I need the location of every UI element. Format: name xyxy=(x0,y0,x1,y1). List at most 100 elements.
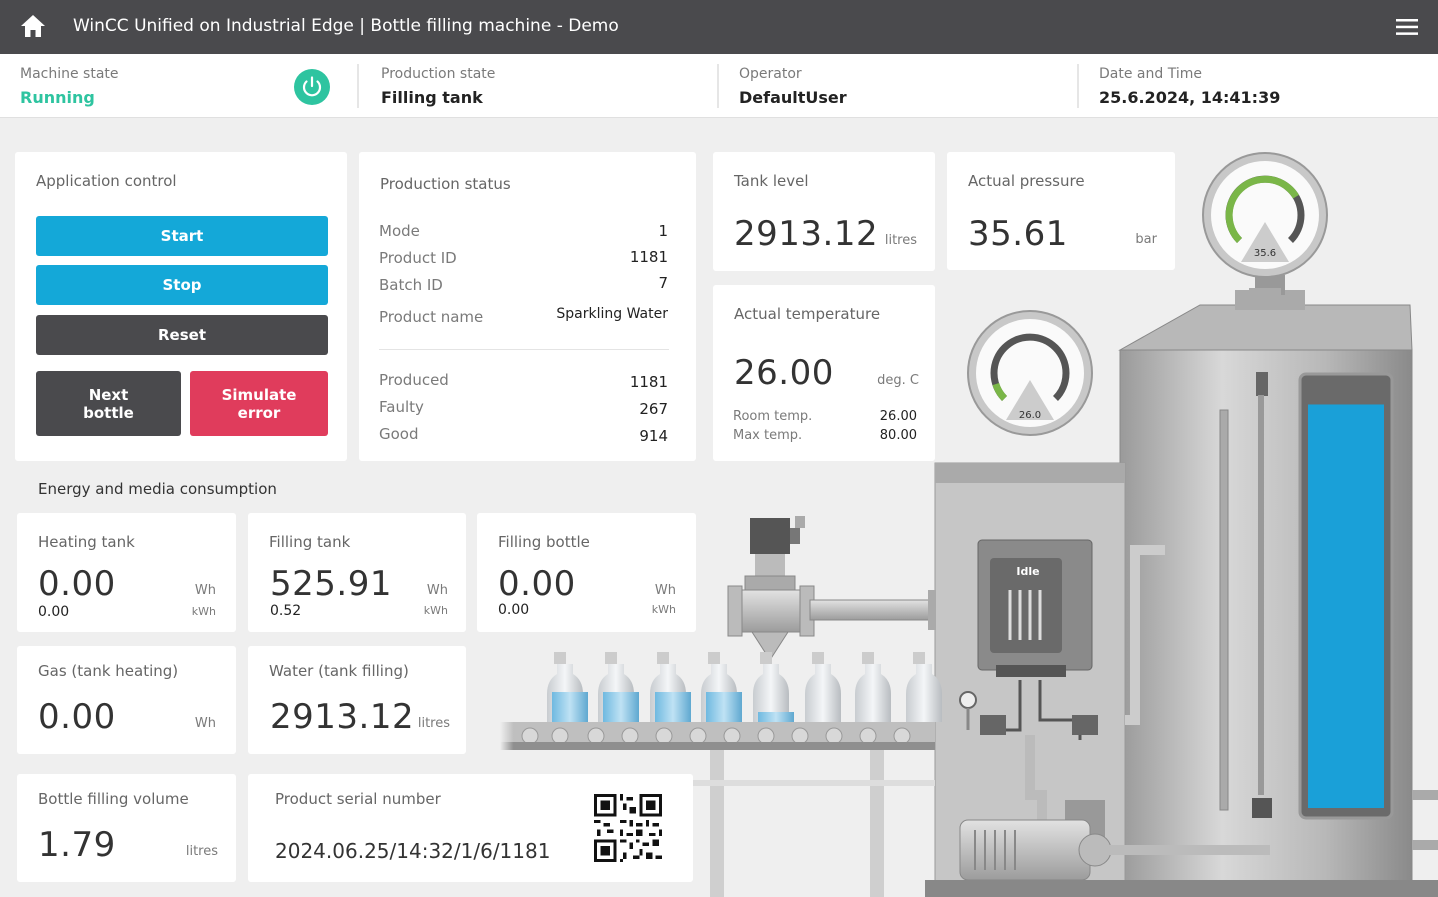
filling-bottle-sub-unit: kWh xyxy=(651,603,676,616)
next-bottle-label-line2: bottle xyxy=(83,403,134,422)
water-unit: litres xyxy=(417,716,450,731)
mode-value: 1 xyxy=(658,222,668,240)
bottle-filling-volume-card: Bottle filling volume 1.79 litres xyxy=(17,774,236,882)
hamburger-menu-icon[interactable] xyxy=(1396,17,1418,37)
tank-level-title: Tank level xyxy=(734,172,809,190)
date-time: Date and Time 25.6.2024, 14:41:39 xyxy=(1099,54,1419,118)
actual-temperature-value: 26.00 xyxy=(734,353,834,393)
tank-level-card: Tank level 2913.12 litres xyxy=(713,152,935,271)
room-temp-value: 26.00 xyxy=(879,409,917,424)
app-title: WinCC Unified on Industrial Edge | Bottl… xyxy=(73,16,619,36)
batch-id-label: Batch ID xyxy=(379,276,443,294)
qr-code-icon xyxy=(594,794,662,862)
application-control-card: Application control Start Stop Reset Nex… xyxy=(15,152,347,461)
production-state: Production state Filling tank xyxy=(381,54,701,118)
production-state-label: Production state xyxy=(381,66,496,82)
svg-text:35.6: 35.6 xyxy=(1254,248,1276,259)
heating-tank-unit: Wh xyxy=(194,583,216,598)
filling-tank-value: 525.91 xyxy=(270,564,392,604)
gas-title: Gas (tank heating) xyxy=(38,662,179,680)
room-temp-label: Room temp. xyxy=(733,409,813,424)
machine-state-value: Running xyxy=(20,88,95,107)
water-card: Water (tank filling) 2913.12 litres xyxy=(248,646,466,754)
faulty-label: Faulty xyxy=(379,398,424,416)
faulty-value: 267 xyxy=(639,400,668,418)
machine-state-label: Machine state xyxy=(20,66,119,82)
product-id-value: 1181 xyxy=(629,248,668,266)
next-bottle-button[interactable]: Next bottle xyxy=(36,371,181,436)
status-divider xyxy=(357,64,359,108)
filling-bottle-value: 0.00 xyxy=(498,564,576,604)
filling-bottle-unit: Wh xyxy=(654,583,676,598)
product-serial-card: Product serial number 2024.06.25/14:32/1… xyxy=(248,774,693,882)
filling-bottle-sub-value: 0.00 xyxy=(498,602,530,618)
gas-value: 0.00 xyxy=(38,697,116,737)
product-serial-value: 2024.06.25/14:32/1/6/1181 xyxy=(275,839,551,863)
datetime-value: 25.6.2024, 14:41:39 xyxy=(1099,88,1281,107)
mode-label: Mode xyxy=(379,222,420,240)
simulate-error-label-line2: error xyxy=(237,403,281,422)
filling-tank-title: Filling tank xyxy=(269,533,351,551)
application-control-title: Application control xyxy=(36,172,177,190)
production-state-value: Filling tank xyxy=(381,88,483,107)
heating-tank-title: Heating tank xyxy=(38,533,135,551)
bottle-filling-volume-value: 1.79 xyxy=(38,825,116,865)
product-name-value: Sparkling Water xyxy=(556,306,668,322)
production-divider xyxy=(379,349,669,350)
good-value: 914 xyxy=(639,427,668,445)
simulate-error-button[interactable]: Simulate error xyxy=(190,371,328,436)
tank-level-unit: litres xyxy=(884,233,917,248)
bottle-filling-volume-unit: litres xyxy=(185,844,218,859)
simulate-error-label-line1: Simulate xyxy=(221,385,297,404)
product-id-label: Product ID xyxy=(379,249,457,267)
good-label: Good xyxy=(379,425,419,443)
svg-text:26.0: 26.0 xyxy=(1019,410,1041,421)
energy-section-title: Energy and media consumption xyxy=(38,480,277,498)
produced-value: 1181 xyxy=(629,373,668,391)
tank-liquid-level xyxy=(1308,404,1384,808)
operator: Operator DefaultUser xyxy=(739,54,1059,118)
temperature-gauge: 26.0 xyxy=(967,310,1093,436)
produced-label: Produced xyxy=(379,371,449,389)
filling-tank-sub-unit: kWh xyxy=(423,604,448,617)
gas-unit: Wh xyxy=(194,716,216,731)
production-status-card: Production status Mode 1 Product ID 1181… xyxy=(359,152,696,461)
gas-card: Gas (tank heating) 0.00 Wh xyxy=(17,646,236,754)
max-temp-value: 80.00 xyxy=(879,428,917,443)
status-bar: Machine state Running Production state F… xyxy=(0,54,1438,118)
bottle-row xyxy=(547,652,942,722)
top-bar: WinCC Unified on Industrial Edge | Bottl… xyxy=(0,0,1438,54)
home-icon[interactable] xyxy=(20,14,46,38)
batch-id-value: 7 xyxy=(658,274,668,292)
product-name-label: Product name xyxy=(379,308,484,326)
status-divider xyxy=(717,64,719,108)
water-value: 2913.12 xyxy=(270,697,415,737)
pressure-gauge: 35.6 xyxy=(1202,152,1328,302)
datetime-label: Date and Time xyxy=(1099,66,1202,82)
stop-button[interactable]: Stop xyxy=(36,265,328,305)
actual-pressure-card: Actual pressure 35.61 bar xyxy=(947,152,1175,270)
heating-tank-value: 0.00 xyxy=(38,564,116,604)
bottle-filling-volume-title: Bottle filling volume xyxy=(38,790,189,808)
heating-tank-sub-unit: kWh xyxy=(191,605,216,618)
machine-state: Machine state Running xyxy=(20,54,340,118)
max-temp-label: Max temp. xyxy=(733,428,803,443)
start-button[interactable]: Start xyxy=(36,216,328,256)
filling-tank-sub-value: 0.52 xyxy=(270,603,302,619)
product-serial-title: Product serial number xyxy=(275,790,441,808)
operator-value: DefaultUser xyxy=(739,88,847,107)
actual-pressure-value: 35.61 xyxy=(968,214,1068,254)
heating-tank-sub-value: 0.00 xyxy=(38,604,70,620)
filling-bottle-card: Filling bottle 0.00 Wh 0.00 kWh xyxy=(477,513,696,632)
filling-tank-card: Filling tank 525.91 Wh 0.52 kWh xyxy=(248,513,466,632)
operator-label: Operator xyxy=(739,66,802,82)
power-icon[interactable] xyxy=(294,69,330,105)
actual-temperature-unit: deg. C xyxy=(877,373,919,388)
controller-status-label: Idle xyxy=(1016,565,1039,578)
filling-bottle-title: Filling bottle xyxy=(498,533,590,551)
water-title: Water (tank filling) xyxy=(269,662,409,680)
reset-button[interactable]: Reset xyxy=(36,315,328,355)
actual-temperature-card: Actual temperature 26.00 deg. C Room tem… xyxy=(713,285,935,461)
actual-temperature-title: Actual temperature xyxy=(734,305,881,323)
production-status-title: Production status xyxy=(380,175,511,193)
